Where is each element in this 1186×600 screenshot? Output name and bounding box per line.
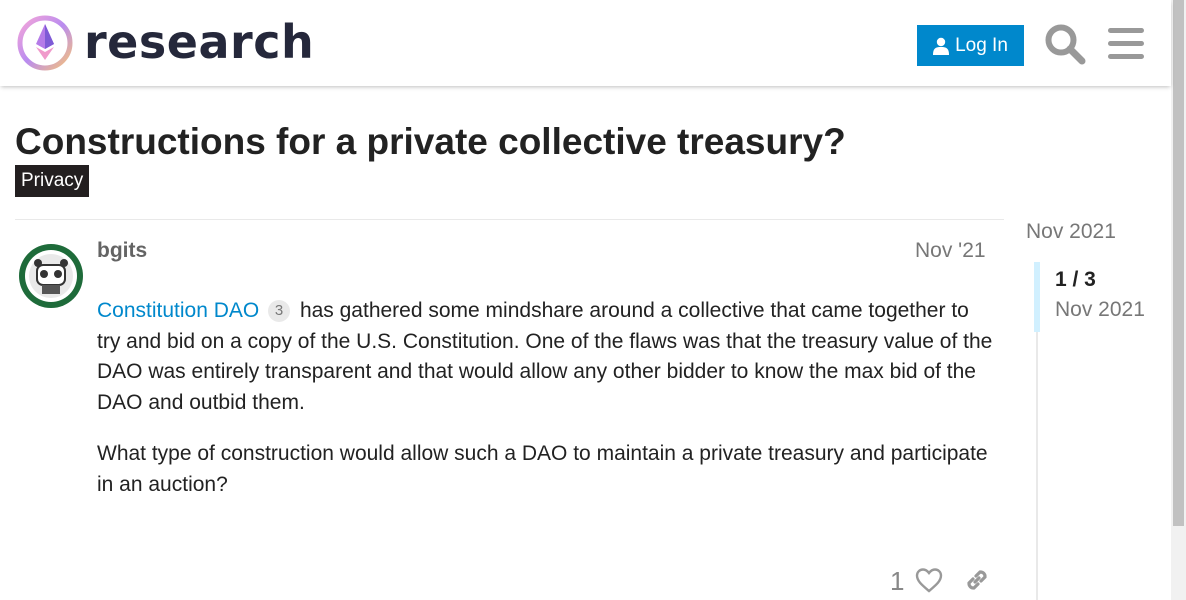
heart-icon[interactable] xyxy=(914,566,944,594)
post-username[interactable]: bgits xyxy=(97,239,147,263)
timeline-position: 1 / 3 xyxy=(1055,268,1096,291)
login-button[interactable]: Log In xyxy=(917,25,1024,66)
user-avatar[interactable] xyxy=(18,243,84,309)
post-paragraph: What type of construction would allow su… xyxy=(97,442,988,496)
site-brand[interactable]: research xyxy=(84,14,314,70)
timeline-handle[interactable] xyxy=(1034,262,1040,332)
page-scrollbar[interactable] xyxy=(1171,0,1186,600)
scrollbar-thumb[interactable] xyxy=(1173,0,1184,526)
topic-title[interactable]: Constructions for a private collective t… xyxy=(15,120,846,164)
post-paragraph: Constitution DAO 3 has gathered some min… xyxy=(97,296,997,418)
share-link-icon[interactable] xyxy=(962,565,992,595)
timeline-start-date[interactable]: Nov 2021 xyxy=(1026,220,1116,244)
post-body: Constitution DAO 3 has gathered some min… xyxy=(97,296,997,522)
hamburger-menu-icon[interactable] xyxy=(1104,22,1148,66)
site-header: research Log In xyxy=(0,0,1171,86)
like-count[interactable]: 1 xyxy=(890,566,904,597)
login-button-label: Log In xyxy=(955,34,1008,56)
category-badge[interactable]: Privacy xyxy=(15,165,90,197)
search-icon[interactable] xyxy=(1043,22,1087,66)
title-divider xyxy=(15,219,1004,220)
constitution-dao-link[interactable]: Constitution DAO xyxy=(97,299,259,322)
timeline-current-date: Nov 2021 xyxy=(1055,298,1145,321)
logo-icon[interactable] xyxy=(16,14,74,72)
user-icon xyxy=(933,37,950,55)
link-click-count: 3 xyxy=(268,300,291,322)
post-date[interactable]: Nov '21 xyxy=(915,239,986,263)
